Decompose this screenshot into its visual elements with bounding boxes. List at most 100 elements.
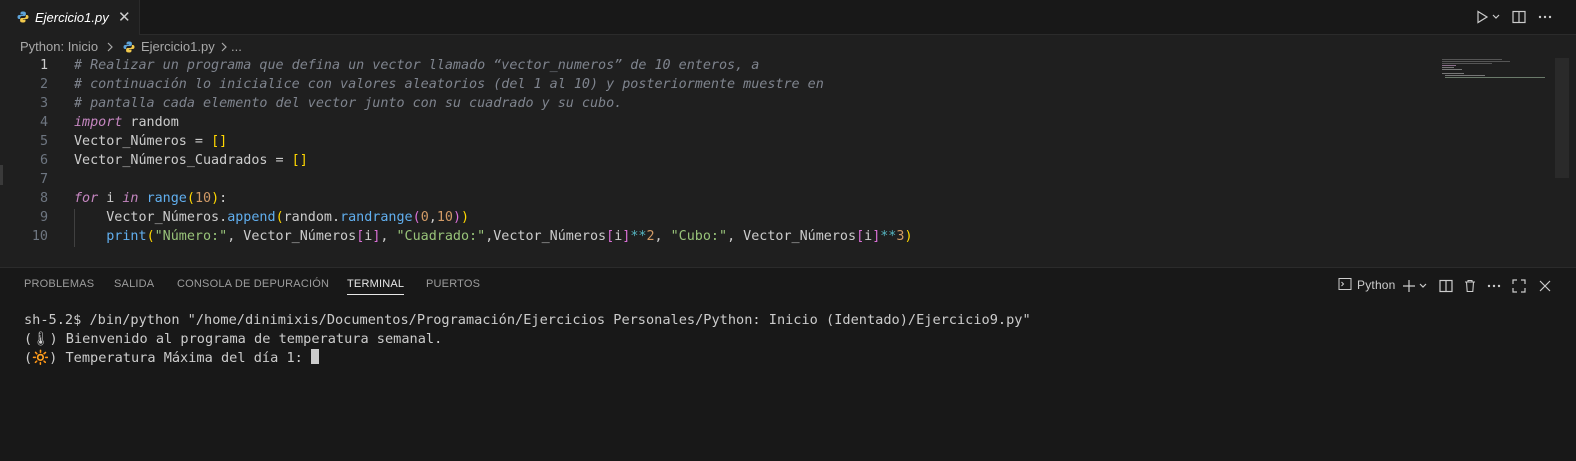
tab-consola-depuracion[interactable]: CONSOLA DE DEPURACIÓN — [177, 278, 329, 290]
tab-terminal[interactable]: TERMINAL — [347, 278, 405, 295]
code-line[interactable]: 4 import random — [0, 113, 1440, 132]
code-token: ( — [275, 210, 284, 225]
code-token: print — [106, 229, 147, 244]
code-text: print("Número:", Vector_Números[i], "Cua… — [74, 227, 913, 246]
line-number: 9 — [39, 210, 48, 225]
minimap[interactable] — [1440, 58, 1555, 88]
code-token: : — [219, 191, 228, 206]
tab-puertos[interactable]: PUERTOS — [426, 278, 480, 290]
close-panel-icon[interactable] — [1537, 278, 1553, 294]
breadcrumb-file[interactable]: Ejercicio1.py — [141, 39, 215, 54]
terminal-icon — [1338, 278, 1352, 290]
line-number: 4 — [39, 115, 48, 130]
breadcrumb-more[interactable]: ... — [231, 39, 242, 54]
code-token: in — [122, 191, 139, 206]
add-terminal-icon[interactable] — [1401, 278, 1417, 294]
close-icon[interactable]: ✕ — [118, 8, 131, 26]
breadcrumb-root[interactable]: Python: Inicio — [20, 39, 98, 54]
code-token: # Realizar un programa que defina un vec… — [74, 58, 760, 73]
code-token: "Cuadrado:" — [396, 229, 486, 244]
tab-salida[interactable]: SALIDA — [114, 278, 154, 290]
code-token: Vector_Números_Cuadrados — [74, 153, 268, 168]
code-token: Vector_Números. — [74, 210, 228, 225]
code-token: "Cubo:" — [670, 229, 728, 244]
terminal-line: (🔆) Temperatura Máxima del día 1: — [24, 350, 312, 366]
code-token: i — [98, 191, 123, 206]
code-text: Vector_Números_Cuadrados = [] — [74, 151, 308, 170]
code-token: ( — [186, 191, 195, 206]
split-editor-icon[interactable] — [1511, 9, 1527, 25]
code-token: ) — [211, 191, 220, 206]
editor-tab-bar: Ejercicio1.py ✕ — [0, 0, 1576, 35]
run-icon[interactable] — [1474, 9, 1490, 25]
code-line[interactable]: 2 # continuación lo inicialice con valore… — [0, 75, 1440, 94]
code-token: ( — [412, 210, 421, 225]
indent-guide — [74, 209, 75, 247]
code-token: , — [654, 229, 671, 244]
terminal-prompt-line[interactable]: (🔆) Temperatura Máxima del día 1: — [24, 349, 320, 368]
terminal-name[interactable]: Python — [1357, 278, 1396, 292]
bottom-panel: PROBLEMAS SALIDA CONSOLA DE DEPURACIÓN T… — [0, 268, 1576, 461]
python-file-icon — [17, 11, 29, 23]
code-line[interactable]: 6 Vector_Números_Cuadrados = [] — [0, 151, 1440, 170]
code-token: random — [122, 115, 179, 130]
terminal-line: sh-5.2$ /bin/python "/home/dinimixis/Doc… — [24, 312, 1031, 328]
code-line[interactable]: 5 Vector_Números = [] — [0, 132, 1440, 151]
code-line[interactable]: 7 — [0, 170, 1440, 189]
editor-scrollbar[interactable] — [1555, 58, 1569, 178]
code-token: # continuación lo inicialice con valores… — [74, 77, 824, 92]
line-number: 10 — [31, 229, 48, 244]
code-token: = — [267, 153, 292, 168]
chevron-down-icon[interactable] — [1418, 278, 1428, 294]
code-token: ) — [904, 229, 913, 244]
code-token: , — [380, 229, 397, 244]
line-number: 5 — [39, 134, 48, 149]
code-text: import random — [74, 113, 179, 132]
trash-icon[interactable] — [1462, 278, 1478, 294]
more-actions-icon[interactable] — [1486, 278, 1502, 294]
code-token: i — [864, 229, 873, 244]
line-number: 3 — [39, 96, 48, 111]
code-token: ** — [630, 229, 647, 244]
code-line[interactable]: 8 for i in range(10): — [0, 189, 1440, 208]
tab-label: Ejercicio1.py — [35, 10, 109, 25]
code-token: [] — [291, 153, 308, 168]
code-line[interactable]: 1 # Realizar un programa que defina un ve… — [0, 56, 1440, 75]
python-file-icon — [123, 41, 135, 53]
code-text: # Realizar un programa que defina un vec… — [74, 56, 759, 75]
code-token: for — [74, 191, 99, 206]
code-editor[interactable]: 1 # Realizar un programa que defina un ve… — [0, 58, 1576, 267]
code-line[interactable]: 9 Vector_Números.append(random.randrange… — [0, 208, 1440, 227]
code-token: , Vector_Números — [227, 229, 357, 244]
chevron-right-icon — [221, 42, 227, 52]
maximize-panel-icon[interactable] — [1511, 278, 1527, 294]
code-text: # continuación lo inicialice con valores… — [74, 75, 824, 94]
code-token: ) — [461, 210, 470, 225]
code-text: Vector_Números.append(random.randrange(0… — [74, 208, 469, 227]
code-token: # pantalla cada elemento del vector junt… — [74, 96, 623, 111]
chevron-down-icon[interactable] — [1491, 9, 1501, 25]
line-number: 2 — [39, 77, 48, 92]
code-token: import — [74, 115, 123, 130]
code-token: random. — [283, 210, 341, 225]
tab-problemas[interactable]: PROBLEMAS — [24, 278, 94, 290]
breadcrumb: Python: Inicio Ejercicio1.py ... — [0, 36, 1576, 58]
more-actions-icon[interactable] — [1537, 9, 1553, 25]
code-text: # pantalla cada elemento del vector junt… — [74, 94, 622, 113]
tab-ejercicio1[interactable]: Ejercicio1.py ✕ — [0, 0, 140, 35]
line-number: 6 — [39, 153, 48, 168]
terminal-cursor — [311, 349, 320, 364]
chevron-right-icon — [107, 42, 113, 52]
code-token: [] — [211, 134, 228, 149]
code-token: ) — [452, 210, 461, 225]
line-number: 8 — [39, 191, 48, 206]
code-line[interactable]: 10 print("Número:", Vector_Números[i], "… — [0, 227, 1440, 246]
code-token: "Número:" — [154, 229, 228, 244]
code-line[interactable]: 3 # pantalla cada elemento del vector jun… — [0, 94, 1440, 113]
code-token: = — [186, 134, 212, 149]
code-token: 0 — [420, 210, 429, 225]
line-number: 7 — [39, 172, 48, 187]
terminal-line: (🌡) Bienvenido al programa de temperatur… — [24, 331, 443, 347]
split-terminal-icon[interactable] — [1438, 278, 1454, 294]
